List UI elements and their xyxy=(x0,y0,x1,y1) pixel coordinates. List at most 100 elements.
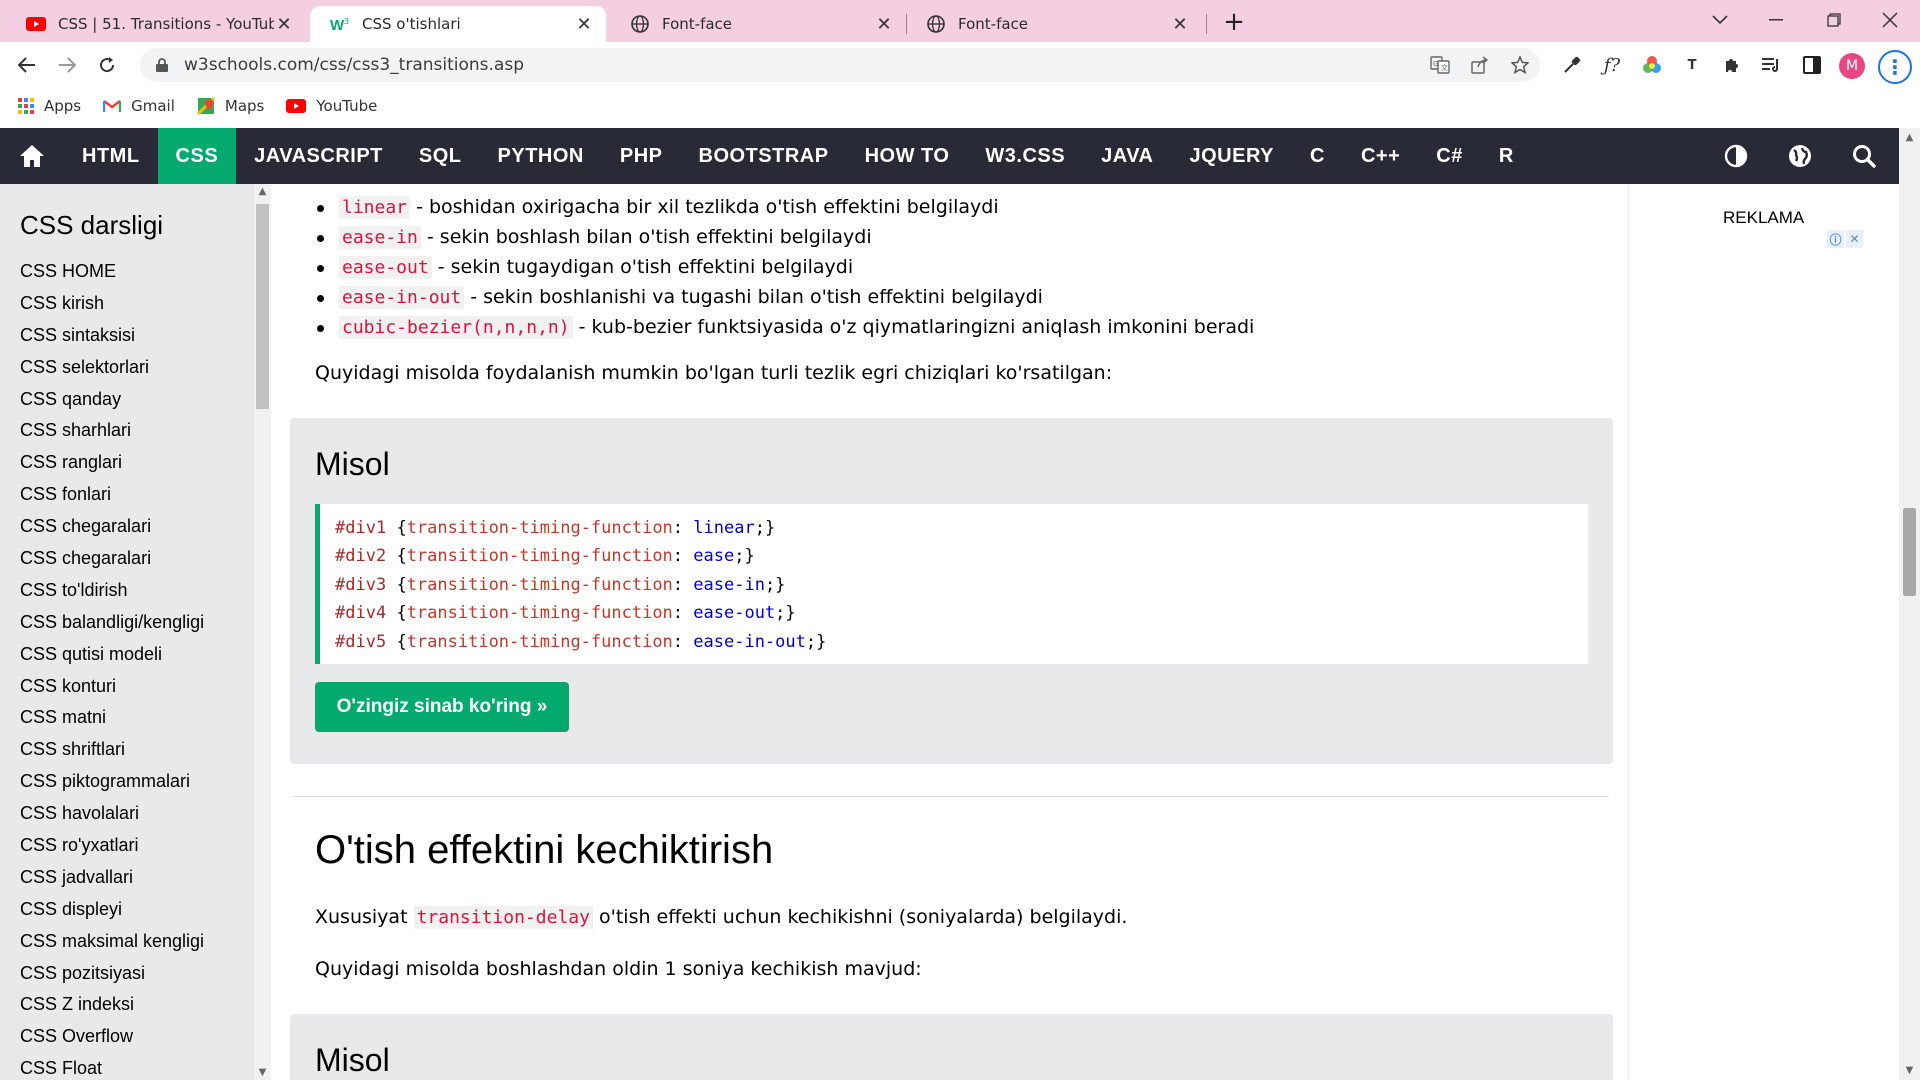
sidebar-link[interactable]: CSS ranglari xyxy=(0,447,254,479)
sidebar-link[interactable]: CSS maksimal kengligi xyxy=(0,926,254,958)
nav-bootstrap[interactable]: BOOTSTRAP xyxy=(681,128,847,184)
sidebar-link[interactable]: CSS jadvallari xyxy=(0,862,254,894)
sidebar-link[interactable]: CSS qutisi modeli xyxy=(0,639,254,671)
sidebar-link[interactable]: CSS Float xyxy=(0,1053,254,1080)
sidebar-link[interactable]: CSS matni xyxy=(0,702,254,734)
list-item: ease-out - sekin tugaydigan o'tish effek… xyxy=(315,252,1254,282)
browser-menu-button[interactable]: ⋮ xyxy=(1878,50,1912,84)
code-line: #div1 {transition-timing-function: linea… xyxy=(335,518,776,538)
nav-jquery[interactable]: JQUERY xyxy=(1172,128,1293,184)
translate-icon[interactable]: G文 xyxy=(1420,48,1460,82)
forward-button[interactable] xyxy=(52,50,82,80)
address-bar[interactable]: w3schools.com/css/css3_transitions.asp G… xyxy=(140,48,1540,82)
close-window-button[interactable] xyxy=(1862,0,1918,40)
close-icon[interactable]: ✕ xyxy=(574,14,594,35)
browser-tab-active[interactable]: W3 CSS o'tishlari ✕ xyxy=(310,6,606,42)
eyedropper-icon[interactable] xyxy=(1556,50,1588,80)
scroll-up-arrow-icon[interactable]: ▲ xyxy=(254,186,271,197)
search-icon[interactable] xyxy=(1834,128,1894,184)
tab-separator xyxy=(1206,14,1207,34)
bookmark-gmail[interactable]: Gmail xyxy=(103,97,175,115)
side-panel-icon[interactable] xyxy=(1796,50,1828,80)
nav-html[interactable]: HTML xyxy=(64,128,158,184)
sidebar-link[interactable]: CSS to'ldirish xyxy=(0,575,254,607)
try-it-yourself-button[interactable]: O'zingiz sinab ko'ring » xyxy=(315,682,569,732)
profile-avatar[interactable]: M xyxy=(1839,53,1865,79)
sidebar-link[interactable]: CSS balandligi/kengligi xyxy=(0,607,254,639)
example-box: Misol xyxy=(290,1014,1613,1080)
bookmark-maps[interactable]: Maps xyxy=(196,97,264,115)
reload-button[interactable] xyxy=(92,50,122,80)
close-icon[interactable]: ✕ xyxy=(874,14,894,35)
nav-w3css[interactable]: W3.CSS xyxy=(967,128,1083,184)
globe-icon[interactable] xyxy=(1770,128,1830,184)
tab-search-chevron-icon[interactable] xyxy=(1692,0,1748,40)
sidebar-link[interactable]: CSS kirish xyxy=(0,288,254,320)
scroll-down-arrow-icon[interactable]: ▼ xyxy=(1899,1065,1920,1076)
sidebar-link[interactable]: CSS pozitsiyasi xyxy=(0,958,254,990)
bookmark-label: YouTube xyxy=(316,97,378,115)
reading-list-icon[interactable] xyxy=(1756,50,1788,80)
nav-c[interactable]: C xyxy=(1292,128,1343,184)
nav-javascript[interactable]: JAVASCRIPT xyxy=(236,128,401,184)
page-scroll-thumb[interactable] xyxy=(1903,508,1916,596)
bookmark-apps[interactable]: Apps xyxy=(18,97,81,115)
sidebar-link[interactable]: CSS chegaralari xyxy=(0,543,254,575)
sidebar-link[interactable]: CSS selektorlari xyxy=(0,352,254,384)
scroll-up-arrow-icon[interactable]: ▲ xyxy=(1899,132,1920,143)
home-icon[interactable] xyxy=(0,128,64,184)
ad-choices-badge[interactable]: ⓘ ✕ xyxy=(1827,230,1865,248)
bookmark-youtube[interactable]: YouTube xyxy=(286,97,377,115)
lock-icon[interactable] xyxy=(154,57,170,73)
browser-tab[interactable]: Font-face ✕ xyxy=(610,6,906,42)
sidebar-link[interactable]: CSS chegaralari xyxy=(0,511,254,543)
sidebar-scrollbar[interactable]: ▲ ▼ xyxy=(254,184,271,1080)
scroll-down-arrow-icon[interactable]: ▼ xyxy=(254,1067,271,1078)
nav-css[interactable]: CSS xyxy=(157,128,237,184)
nav-howto[interactable]: HOW TO xyxy=(847,128,968,184)
sidebar-link[interactable]: CSS sintaksisi xyxy=(0,320,254,352)
dark-mode-toggle-icon[interactable] xyxy=(1706,128,1766,184)
nav-php[interactable]: PHP xyxy=(602,128,681,184)
sidebar-link[interactable]: CSS Overflow xyxy=(0,1021,254,1053)
sidebar-link[interactable]: CSS sharhlari xyxy=(0,415,254,447)
browser-tab[interactable]: CSS | 51. Transitions - YouTube ✕ xyxy=(6,6,306,42)
minimize-button[interactable] xyxy=(1748,0,1804,40)
code-line: #div3 {transition-timing-function: ease-… xyxy=(335,574,786,595)
close-icon[interactable]: ✕ xyxy=(274,14,294,35)
page-scrollbar[interactable]: ▲ ▼ xyxy=(1899,128,1920,1080)
inline-code: ease-out xyxy=(339,256,432,279)
url-text[interactable]: w3schools.com/css/css3_transitions.asp xyxy=(184,55,1420,75)
sidebar-link[interactable]: CSS qanday xyxy=(0,384,254,416)
sidebar-scroll-thumb[interactable] xyxy=(256,204,269,409)
new-tab-button[interactable]: + xyxy=(1216,6,1252,38)
sidebar-link[interactable]: CSS Z indeksi xyxy=(0,989,254,1021)
color-wheel-icon[interactable] xyxy=(1636,50,1668,80)
sidebar-link[interactable]: CSS havolalari xyxy=(0,798,254,830)
font-extension-icon[interactable]: ƒ? xyxy=(1596,50,1628,80)
nav-csharp[interactable]: C# xyxy=(1418,128,1481,184)
sidebar-link[interactable]: CSS HOME xyxy=(0,256,254,288)
restore-button[interactable] xyxy=(1806,0,1862,40)
extensions-puzzle-icon[interactable] xyxy=(1716,50,1748,80)
sidebar-link[interactable]: CSS ro'yxatlari xyxy=(0,830,254,862)
back-button[interactable] xyxy=(12,50,42,80)
sidebar-link[interactable]: CSS fonlari xyxy=(0,479,254,511)
sidebar-link[interactable]: CSS konturi xyxy=(0,671,254,703)
close-icon[interactable]: ✕ xyxy=(1846,230,1863,248)
sidebar-link[interactable]: CSS displeyi xyxy=(0,894,254,926)
sidebar-link[interactable]: CSS piktogrammalari xyxy=(0,766,254,798)
close-icon[interactable]: ✕ xyxy=(1170,14,1190,35)
nav-python[interactable]: PYTHON xyxy=(480,128,602,184)
nav-java[interactable]: JAVA xyxy=(1083,128,1171,184)
info-icon[interactable]: ⓘ xyxy=(1827,230,1844,248)
nav-sql[interactable]: SQL xyxy=(401,128,480,184)
code-line: #div2 {transition-timing-function: ease;… xyxy=(335,546,755,567)
browser-tab[interactable]: Font-face ✕ xyxy=(906,6,1202,42)
nav-cpp[interactable]: C++ xyxy=(1343,128,1418,184)
nav-r[interactable]: R xyxy=(1481,128,1532,184)
translate-extension-icon[interactable]: T xyxy=(1676,50,1708,80)
sidebar-link[interactable]: CSS shriftlari xyxy=(0,734,254,766)
share-icon[interactable] xyxy=(1460,48,1500,82)
bookmark-star-icon[interactable] xyxy=(1500,48,1540,82)
